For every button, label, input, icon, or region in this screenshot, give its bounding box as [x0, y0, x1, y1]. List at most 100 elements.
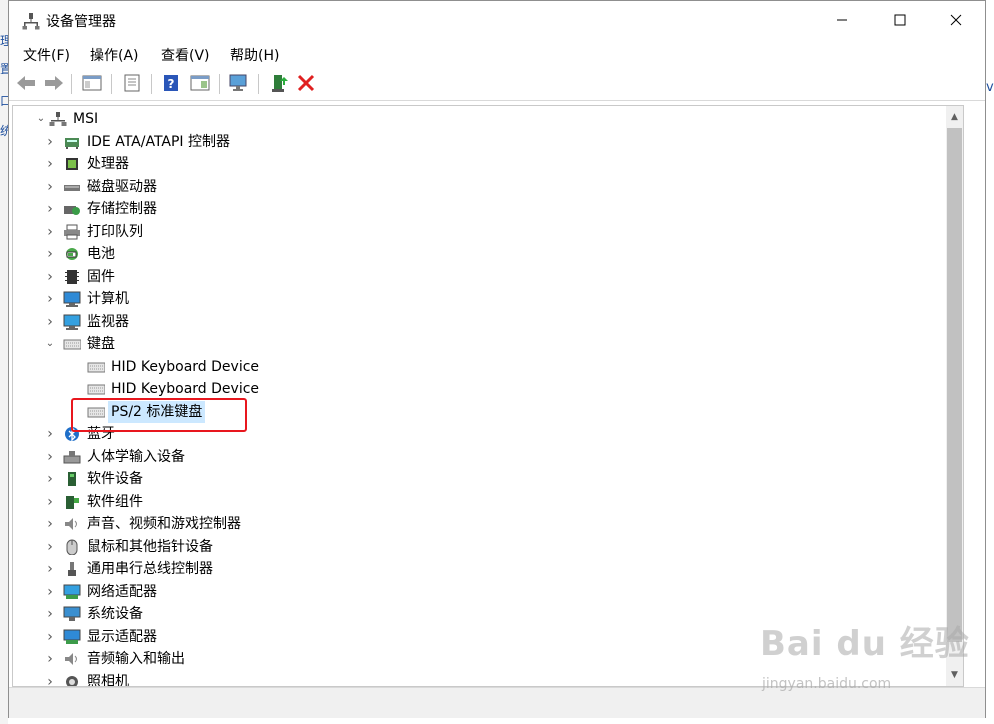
- tree-category-node[interactable]: › 通用串行总线控制器: [13, 558, 943, 580]
- tree-node-label: 计算机: [87, 291, 129, 307]
- forward-button[interactable]: [43, 72, 65, 94]
- maximize-button[interactable]: [871, 1, 929, 39]
- menu-file[interactable]: 文件(F): [23, 45, 70, 65]
- vertical-scrollbar[interactable]: ▲ ▼: [946, 106, 963, 686]
- expand-chevron-icon[interactable]: ›: [44, 513, 56, 535]
- remove-x-icon: [297, 74, 315, 92]
- tree-node-label: 音频输入和输出: [87, 651, 185, 667]
- expand-chevron-icon[interactable]: ›: [44, 288, 56, 310]
- tree-category-node[interactable]: › 磁盘驱动器: [13, 176, 943, 198]
- tree-node-label: 系统设备: [87, 606, 143, 622]
- back-button[interactable]: [15, 72, 37, 94]
- expand-chevron-icon[interactable]: ›: [44, 153, 56, 175]
- tree-device-node[interactable]: HID Keyboard Device: [13, 356, 943, 378]
- expand-chevron-icon[interactable]: ›: [44, 648, 56, 670]
- tree-category-node[interactable]: › 计算机: [13, 288, 943, 310]
- expand-chevron-icon[interactable]: ›: [44, 176, 56, 198]
- minimize-icon: [837, 19, 847, 21]
- scroll-down-arrow-icon[interactable]: ▼: [946, 666, 963, 684]
- expand-chevron-icon[interactable]: ›: [44, 558, 56, 580]
- tree-category-node[interactable]: › 声音、视频和游戏控制器: [13, 513, 943, 535]
- tree-node-label: 软件设备: [87, 471, 143, 487]
- expand-chevron-icon[interactable]: ›: [44, 446, 56, 468]
- tree-node-label: 声音、视频和游戏控制器: [87, 516, 241, 532]
- title-bar[interactable]: 设备管理器: [9, 1, 985, 39]
- menu-help[interactable]: 帮助(H): [230, 45, 279, 65]
- expand-chevron-icon[interactable]: ›: [44, 581, 56, 603]
- properties-icon: [124, 74, 140, 92]
- expand-chevron-icon[interactable]: ›: [44, 266, 56, 288]
- tree-node-label: HID Keyboard Device: [111, 381, 260, 397]
- tree-category-node[interactable]: › 监视器: [13, 311, 943, 333]
- properties-button[interactable]: [121, 72, 143, 94]
- usb-icon: [68, 562, 76, 576]
- expand-chevron-icon[interactable]: ›: [44, 198, 56, 220]
- ide-controller-icon: [65, 137, 79, 149]
- expand-chevron-icon[interactable]: ›: [44, 536, 56, 558]
- keyboard-icon: [87, 362, 105, 372]
- minimize-button[interactable]: [813, 1, 871, 39]
- toolbar-separator: [258, 74, 259, 94]
- update-driver-button[interactable]: [268, 72, 290, 94]
- mouse-icon: [66, 539, 78, 555]
- tree-category-node[interactable]: › 人体学输入设备: [13, 446, 943, 468]
- tree-category-node[interactable]: › 固件: [13, 266, 943, 288]
- highlight-annotation-box: [71, 398, 247, 432]
- network-adapter-icon: [63, 584, 81, 599]
- background-text-fragment: 口: [0, 94, 8, 108]
- tree-category-node[interactable]: › 网络适配器: [13, 581, 943, 603]
- tree-node-label: 通用串行总线控制器: [87, 561, 213, 577]
- tree-category-node[interactable]: › 电池: [13, 243, 943, 265]
- expand-chevron-icon[interactable]: ›: [44, 491, 56, 513]
- system-device-icon: [63, 606, 81, 621]
- menu-view[interactable]: 查看(V): [161, 45, 210, 65]
- software-component-icon: [66, 495, 79, 509]
- tree-category-node[interactable]: › 打印队列: [13, 221, 943, 243]
- uninstall-device-button[interactable]: [295, 72, 317, 94]
- device-tree[interactable]: ⌄ MSI › IDE ATA/ATAPI 控制器 › 处理器 › 磁盘驱动器 › 存储控制器 › 打…: [12, 105, 964, 687]
- expand-chevron-icon[interactable]: ›: [44, 603, 56, 625]
- expand-chevron-icon[interactable]: ›: [44, 468, 56, 490]
- expand-chevron-icon[interactable]: ›: [44, 423, 56, 445]
- collapse-chevron-icon[interactable]: ⌄: [35, 108, 47, 130]
- device-manager-icon: [22, 13, 40, 30]
- background-text-fragment: v: [986, 80, 994, 95]
- action-pane-button[interactable]: [189, 72, 211, 94]
- battery-icon: [66, 248, 78, 260]
- update-driver-icon: [272, 75, 288, 92]
- tree-root-node[interactable]: ⌄ MSI: [13, 108, 943, 130]
- scan-hardware-button[interactable]: [228, 72, 250, 94]
- tree-node-label: 人体学输入设备: [87, 448, 185, 465]
- scrollbar-thumb[interactable]: [947, 128, 962, 642]
- tree-node-label: 固件: [87, 268, 115, 285]
- expand-chevron-icon[interactable]: ›: [44, 311, 56, 333]
- collapse-chevron-icon[interactable]: ⌄: [44, 333, 56, 355]
- show-hide-console-tree-button[interactable]: [81, 72, 103, 94]
- tree-category-node[interactable]: › IDE ATA/ATAPI 控制器: [13, 131, 943, 153]
- menu-action[interactable]: 操作(A): [90, 45, 139, 65]
- tree-category-node[interactable]: › 处理器: [13, 153, 943, 175]
- tree-device-node[interactable]: HID Keyboard Device: [13, 378, 943, 400]
- close-button[interactable]: [927, 1, 985, 39]
- tree-category-node[interactable]: › 软件组件: [13, 491, 943, 513]
- tree-node-label: 照相机: [87, 673, 129, 687]
- expand-chevron-icon[interactable]: ›: [44, 221, 56, 243]
- tree-node-label: 网络适配器: [87, 583, 157, 600]
- tree-category-node[interactable]: ⌄ 键盘: [13, 333, 943, 355]
- expand-chevron-icon[interactable]: ›: [44, 131, 56, 153]
- tree-category-node[interactable]: › 软件设备: [13, 468, 943, 490]
- toolbar: ?: [9, 68, 985, 101]
- action-pane-icon: [190, 75, 210, 91]
- console-tree-icon: [82, 75, 102, 91]
- tree-node-label: 电池: [87, 246, 115, 262]
- scroll-up-arrow-icon[interactable]: ▲: [946, 108, 963, 126]
- watermark-url: jingyan.baidu.com: [762, 676, 892, 692]
- expand-chevron-icon[interactable]: ›: [44, 243, 56, 265]
- computer-root-icon: [49, 112, 67, 126]
- sound-icon: [65, 518, 77, 530]
- tree-category-node[interactable]: › 鼠标和其他指针设备: [13, 536, 943, 558]
- expand-chevron-icon[interactable]: ›: [44, 626, 56, 648]
- tree-category-node[interactable]: › 存储控制器: [13, 198, 943, 220]
- help-button[interactable]: ?: [160, 72, 182, 94]
- expand-chevron-icon[interactable]: ›: [44, 671, 56, 687]
